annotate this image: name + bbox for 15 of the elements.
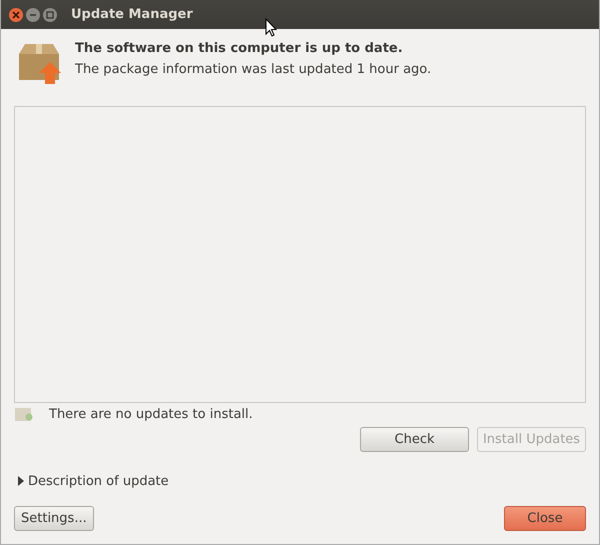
mouse-pointer-icon bbox=[265, 18, 277, 37]
description-expander[interactable]: Description of update bbox=[17, 472, 586, 490]
close-icon[interactable] bbox=[9, 8, 23, 22]
close-button[interactable]: Close bbox=[504, 506, 586, 531]
package-icon bbox=[15, 406, 33, 422]
status-message: There are no updates to install. bbox=[49, 406, 253, 422]
status-heading: The software on this computer is up to date. bbox=[75, 41, 404, 56]
expander-arrow-icon bbox=[17, 476, 25, 486]
status-subtitle: The package information was last updated 1 hour ago. bbox=[75, 62, 432, 77]
expander-label: Description of update bbox=[28, 474, 169, 488]
minimize-icon[interactable] bbox=[26, 8, 40, 22]
settings-button[interactable]: Settings... bbox=[14, 506, 94, 531]
window-title: Update Manager bbox=[71, 7, 193, 22]
check-button[interactable]: Check bbox=[360, 427, 469, 452]
maximize-icon[interactable] bbox=[43, 8, 57, 22]
